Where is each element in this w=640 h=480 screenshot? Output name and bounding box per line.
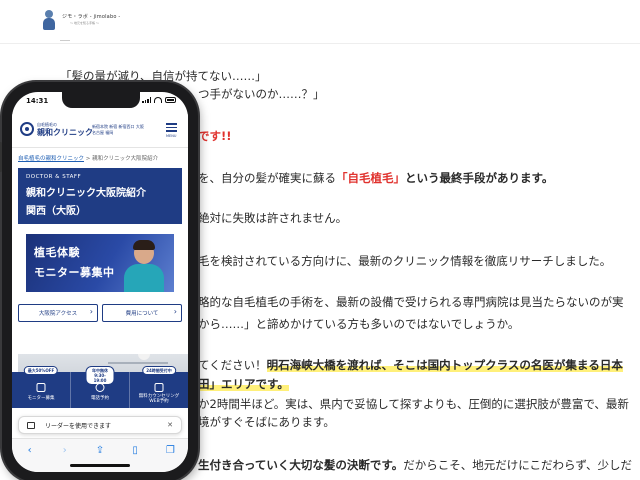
cta-web[interactable]: 24時間受付中 無料カウンセリング WEB予約: [130, 366, 188, 408]
fees-button[interactable]: 費用について: [102, 304, 182, 322]
tabs-icon[interactable]: ❐: [162, 445, 178, 457]
breadcrumb-current: 親和クリニック大阪院紹介: [92, 156, 159, 162]
phone-side-button: [0, 142, 2, 172]
article-text-segment: 毛を検討されている方向けに、最新のクリニック情報を徹底リサーチしました。: [198, 254, 612, 268]
battery-icon: [165, 97, 176, 103]
share-icon[interactable]: ⇪: [92, 445, 108, 457]
cta-monitor-badge: 最大50%OFF: [23, 366, 59, 375]
clinic-header: 自毛植毛の 親和クリニック 新宿本院 新宿 新宿西口 大阪 名古屋 福岡 MEN…: [12, 114, 188, 148]
cta-phone[interactable]: 年中無休 9:30-19:00 電話予約: [71, 366, 130, 408]
article-text-segment: か2時間半ほど。実は、県内で妥協して探すよりも、圧倒的に選択肢が豊富で、最新: [198, 397, 629, 411]
cta-web-label: 無料カウンセリング WEB予約: [138, 394, 180, 404]
article-text-segment: だからこそ、地元だけにこだわらず、少しだ: [403, 458, 633, 472]
breadcrumb-home-link[interactable]: 自毛植毛の親和クリニック: [18, 156, 84, 162]
article-line-11: か2時間半ほど。実は、県内で妥協して探すよりも、圧倒的に選択肢が豊富で、最新: [198, 396, 629, 412]
phone-notch: [62, 92, 140, 108]
reader-icon: [27, 421, 35, 429]
banner-line-1: 植毛体験: [34, 246, 80, 259]
article-line-12: 境がすぐそばにあります。: [198, 414, 335, 430]
article-text-segment: を、自分の髪が確実に蘇る: [198, 171, 336, 185]
doctor-photo: [122, 240, 166, 292]
phone-icon: [95, 383, 105, 392]
article-text-segment: 「自毛植毛」: [336, 171, 405, 185]
phone-screen: 14:31 自毛植毛の 親和クリニック 新宿本院 新宿 新宿西口 大阪 名古屋 …: [12, 92, 188, 472]
article-text-segment: てください！: [198, 358, 267, 372]
article-line-3: です!!: [198, 128, 232, 144]
clinic-logo-icon[interactable]: [20, 122, 34, 136]
close-icon[interactable]: ✕: [167, 421, 173, 429]
article-text-segment: です!!: [198, 129, 232, 143]
nav-button-row: 大阪院アクセス 費用について: [18, 304, 182, 322]
article-text-segment: という最終手段があります。: [405, 171, 554, 185]
banner-line-2: モニター募集中: [34, 266, 115, 279]
hamburger-icon: [166, 123, 177, 125]
article-line-6: 毛を検討されている方向けに、最新のクリニック情報を徹底リサーチしました。: [198, 253, 611, 269]
phone-mockup: 14:31 自毛植毛の 親和クリニック 新宿本院 新宿 新宿西口 大阪 名古屋 …: [0, 82, 198, 480]
article-line-13: 生付き合っていく大切な髪の決断です。だからこそ、地元だけにこだわらず、少しだ: [198, 457, 632, 473]
cta-web-badge: 24時間受付中: [142, 366, 176, 375]
article-text-segment: 「髪の量が減り、自信が持てない……」: [60, 69, 267, 83]
status-time: 14:31: [26, 97, 49, 105]
article-text-segment: 絶対に失敗は許されません。: [198, 211, 348, 225]
article-line-10: 田」エリアです。: [198, 376, 289, 392]
cta-phone-label: 電話予約: [91, 396, 109, 401]
wifi-icon: [154, 97, 162, 103]
back-icon[interactable]: ‹: [22, 445, 38, 457]
article-text-segment: から……」と諦めかけている方も多いのではないでしょうか。: [198, 317, 520, 331]
clinic-name[interactable]: 親和クリニック: [37, 127, 93, 138]
article-line-9: てください！明石海峡大橋を渡れば、そこは国内トップクラスの名医が集まる日本: [198, 357, 623, 373]
bookmarks-icon[interactable]: ▯: [127, 445, 143, 457]
clinic-locations: 新宿本院 新宿 新宿西口 大阪 名古屋 福岡: [92, 124, 144, 135]
calendar-icon: [154, 383, 164, 392]
cta-monitor[interactable]: 最大50%OFF モニター募集: [12, 366, 71, 408]
article-text-segment: 境がすぐそばにあります。: [198, 415, 335, 429]
monitor-banner[interactable]: 植毛体験 モニター募集中: [26, 234, 174, 292]
access-button[interactable]: 大阪院アクセス: [18, 304, 98, 322]
menu-button[interactable]: MENU: [166, 121, 180, 139]
article-line-8: から……」と諦めかけている方も多いのではないでしょうか。: [198, 316, 519, 332]
article-text-segment: 略的な自毛植毛の手術を、最新の設備で受けられる専門病院は見当たらないのが実: [198, 295, 624, 309]
breadcrumb: 自毛植毛の親和クリニック > 親和クリニック大阪院紹介: [18, 154, 158, 162]
page-title: 親和クリニック大阪院紹介: [26, 188, 146, 199]
article-text-segment: 明石海峡大橋を渡れば、そこは国内トップクラスの名医が集まる日本: [266, 358, 623, 372]
home-indicator: [70, 464, 130, 467]
reader-mode-banner[interactable]: リーダーを使用できます ✕: [18, 416, 182, 434]
cta-monitor-label: モニター募集: [27, 396, 55, 401]
monitor-icon: [36, 383, 46, 392]
forward-icon[interactable]: ›: [57, 445, 73, 457]
page-title-block: DOCTOR & STAFF 親和クリニック大阪院紹介 関西（大阪）: [18, 168, 182, 224]
article-line-7: 略的な自毛植毛の手術を、最新の設備で受けられる専門病院は見当たらないのが実: [198, 294, 624, 310]
article-text-segment: 田」エリアです。: [198, 377, 289, 391]
article-text-segment: 生付き合っていく大切な髪の決断です。: [198, 458, 404, 472]
reader-mode-text: リーダーを使用できます: [45, 422, 112, 430]
article-line-4: を、自分の髪が確実に蘇る「自毛植毛」という最終手段があります。: [198, 170, 553, 186]
article-text-segment: つ手がないのか……？」: [198, 87, 325, 101]
article-line-5: 絶対に失敗は許されません。: [198, 210, 347, 226]
breadcrumb-separator: >: [84, 156, 93, 162]
page-subtitle: 関西（大阪）: [26, 206, 86, 217]
article-line-2: つ手がないのか……？」: [198, 86, 325, 102]
signal-icon: [142, 97, 151, 103]
menu-label: MENU: [166, 134, 177, 139]
cta-bar: 最大50%OFF モニター募集 年中無休 9:30-19:00 電話予約 24時…: [12, 366, 188, 408]
page-title-en: DOCTOR & STAFF: [26, 174, 82, 180]
